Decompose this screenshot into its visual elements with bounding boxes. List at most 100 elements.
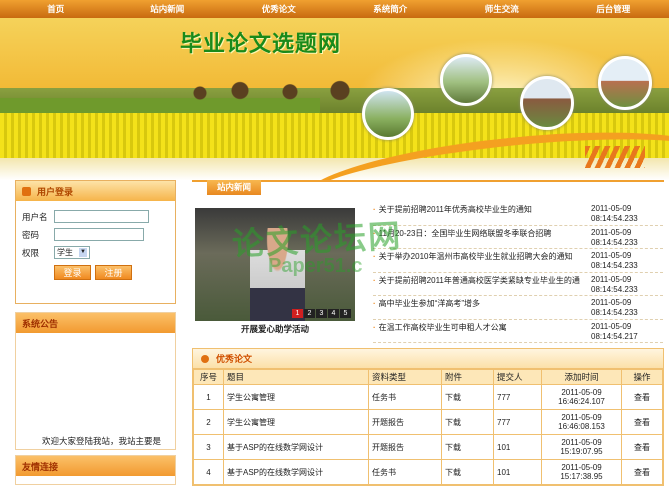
role-select[interactable]: 学生 ▼: [54, 246, 90, 259]
news-time: 08:14:54.233: [591, 237, 638, 247]
login-button[interactable]: 登录: [54, 265, 91, 280]
watermark-url: Paper51.c: [268, 255, 363, 277]
header-banner: 毕业论文选题网: [0, 18, 669, 180]
cell-time: 2011-05-09 16:46:08.153: [541, 409, 622, 435]
notice-panel: 系统公告 欢迎大家登陆我站，我站主要是: [15, 312, 176, 450]
news-date: 2011-05-09: [591, 321, 632, 331]
news-time: 08:14:54.217: [591, 331, 638, 341]
notice-text: 欢迎大家登陆我站，我站主要是: [42, 436, 162, 446]
download-link[interactable]: 下载: [441, 384, 494, 410]
view-link[interactable]: 查看: [621, 409, 663, 435]
cell-no: 2: [193, 409, 224, 435]
cell-time: 2011-05-09 15:17:38.95: [541, 459, 622, 485]
cell-time: 2011-05-09 15:19:07.95: [541, 434, 622, 460]
cell-submitter: 777: [493, 384, 542, 410]
cell-clock: 15:19:07.95: [560, 447, 603, 456]
col-action: 操作: [621, 369, 663, 385]
papers-header: 优秀论文: [193, 349, 663, 369]
paper-title-link[interactable]: 基于ASP的在线数学网设计: [223, 434, 369, 460]
view-link[interactable]: 查看: [621, 434, 663, 460]
username-input[interactable]: [54, 210, 149, 223]
news-item: 关于提前招聘2011年普通高校医学类紧缺专业毕业生的通2011-05-0908:…: [373, 273, 663, 296]
news-time: 08:14:54.233: [591, 284, 638, 294]
links-title: 友情连接: [22, 461, 59, 472]
pager-2[interactable]: 2: [304, 309, 315, 318]
download-link[interactable]: 下载: [441, 409, 494, 435]
cell-submitter: 777: [493, 409, 542, 435]
cell-type: 任务书: [368, 459, 442, 485]
news-link[interactable]: 关于举办2010年温州市高校毕业生就业招聘大会的通知: [373, 251, 588, 262]
username-label: 用户名: [22, 211, 48, 222]
papers-title: 优秀论文: [216, 354, 253, 364]
login-panel: 用户登录 用户名 密码 权限 学生 ▼ 登录 注册: [15, 180, 176, 304]
news-time: 08:14:54.233: [591, 214, 638, 223]
col-type: 资料类型: [368, 369, 442, 385]
notice-title: 系统公告: [22, 318, 59, 329]
papers-table: 序号 题目 资料类型 附件 提交人 添加时间 操作 1 学生公寓管理 任务书 下…: [193, 369, 663, 485]
download-link[interactable]: 下载: [441, 459, 494, 485]
user-icon: [22, 186, 31, 196]
col-no: 序号: [193, 369, 224, 385]
nav-exchange[interactable]: 师生交流: [446, 3, 558, 15]
cell-clock: 15:17:38.95: [560, 472, 603, 481]
table-row: 1 学生公寓管理 任务书 下载 777 2011-05-09 16:46:24.1…: [193, 384, 663, 410]
news-link[interactable]: 关于提前招聘2011年优秀高校毕业生的通知: [373, 204, 588, 215]
nav-admin[interactable]: 后台管理: [558, 3, 669, 15]
table-row: 4 基于ASP的在线数学网设计 任务书 下载 101 2011-05-09 15:…: [193, 459, 663, 485]
banner-photo-circle: [598, 56, 652, 110]
view-link[interactable]: 查看: [621, 459, 663, 485]
slideshow-caption: 开展爱心助学活动: [240, 324, 309, 334]
links-panel: 友情连接: [15, 455, 176, 485]
col-submitter: 提交人: [493, 369, 542, 385]
nav-intro[interactable]: 系统简介: [335, 3, 447, 15]
role-label: 权限: [22, 247, 40, 258]
cell-date: 2011-05-09: [561, 388, 602, 397]
cell-clock: 16:46:24.107: [558, 397, 605, 406]
banner-photo-circle: [520, 76, 574, 130]
register-button[interactable]: 注册: [95, 265, 132, 280]
tab-news[interactable]: 站内新闻: [207, 180, 261, 195]
nav-news[interactable]: 站内新闻: [112, 3, 224, 15]
news-time: 08:14:54.233: [591, 261, 638, 270]
news-item: 高中毕业生参加“洋高考”增多2011-05-0908:14:54.233: [373, 296, 663, 320]
cell-no: 4: [193, 459, 224, 485]
notice-header: 系统公告: [16, 313, 175, 333]
news-link[interactable]: 高中毕业生参加“洋高考”增多: [373, 298, 588, 309]
table-row: 3 基于ASP的在线数学网设计 开题报告 下载 101 2011-05-09 15…: [193, 434, 663, 460]
cell-submitter: 101: [493, 459, 542, 485]
news-item: 关于举办2010年温州市高校毕业生就业招聘大会的通知2011-05-0908:1…: [373, 249, 663, 273]
pager-4[interactable]: 4: [328, 309, 339, 318]
cell-type: 开题报告: [368, 434, 442, 460]
nav-home[interactable]: 首页: [0, 3, 112, 15]
links-header: 友情连接: [16, 456, 175, 476]
table-row: 2 学生公寓管理 开题报告 下载 777 2011-05-09 16:46:08.…: [193, 409, 663, 435]
news-item: 11月20-23日：全国毕业生网络联盟冬季联合招聘2011-05-0908:14…: [373, 226, 663, 249]
top-navigation: 首页 站内新闻 优秀论文 系统简介 师生交流 后台管理: [0, 0, 669, 18]
news-date: 2011-05-09: [591, 274, 632, 284]
pager-1[interactable]: 1: [292, 309, 303, 318]
banner-trees: [180, 78, 380, 103]
password-input[interactable]: [54, 228, 144, 241]
login-header: 用户登录: [16, 181, 175, 201]
cell-date: 2011-05-09: [561, 438, 602, 447]
news-date: 2011-05-09: [591, 227, 632, 237]
news-link[interactable]: 在温工作高校毕业生可申租人才公寓: [373, 322, 588, 333]
paper-title-link[interactable]: 基于ASP的在线数学网设计: [223, 459, 369, 485]
download-link[interactable]: 下载: [441, 434, 494, 460]
paper-title-link[interactable]: 学生公寓管理: [223, 384, 369, 410]
login-title: 用户登录: [37, 186, 74, 197]
news-link[interactable]: 11月20-23日：全国毕业生网络联盟冬季联合招聘: [373, 228, 588, 239]
news-item: 关于提前招聘2011年优秀高校毕业生的通知2011-05-0908:14:54.…: [373, 202, 663, 226]
news-link[interactable]: 关于提前招聘2011年普通高校医学类紧缺专业毕业生的通: [373, 275, 588, 286]
pager-5[interactable]: 5: [340, 309, 351, 318]
paper-title-link[interactable]: 学生公寓管理: [223, 409, 369, 435]
col-time: 添加时间: [541, 369, 622, 385]
news-item: 在温工作高校毕业生可申租人才公寓2011-05-0908:14:54.217: [373, 320, 663, 343]
cell-type: 开题报告: [368, 409, 442, 435]
pager-3[interactable]: 3: [316, 309, 327, 318]
password-label: 密码: [22, 229, 40, 240]
view-link[interactable]: 查看: [621, 384, 663, 410]
site-title: 毕业论文选题网: [180, 31, 342, 57]
nav-papers[interactable]: 优秀论文: [223, 3, 335, 15]
news-date: 2011-05-09: [591, 251, 632, 260]
